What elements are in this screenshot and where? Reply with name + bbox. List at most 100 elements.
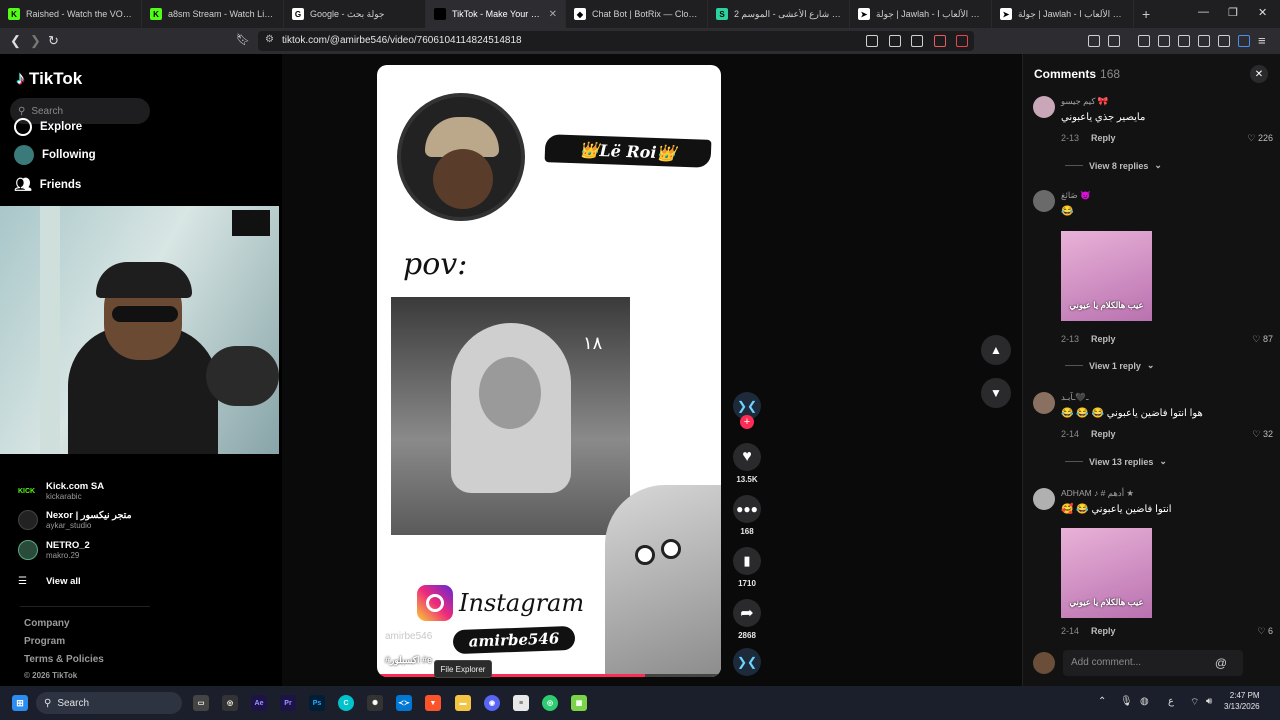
reply-button[interactable]: Reply	[1091, 626, 1116, 636]
music-icon[interactable]	[1138, 35, 1150, 47]
site-info-icon[interactable]: ⚙	[265, 34, 274, 45]
browser-tab[interactable]: ◆ Chat Bot | BotRix — Cloud Stre	[566, 0, 708, 28]
taskbar-search[interactable]: ⚲ Search	[36, 692, 182, 714]
comment-like-button[interactable]: ♡ 6	[1257, 626, 1273, 637]
view-replies-button[interactable]: View 8 replies ⌄	[1065, 160, 1162, 171]
close-comments-button[interactable]: ✕	[1250, 65, 1268, 83]
translate-icon[interactable]	[866, 35, 878, 47]
avatar[interactable]	[1033, 96, 1055, 118]
avatar[interactable]	[1033, 488, 1055, 510]
new-tab-button[interactable]: +	[1142, 6, 1150, 22]
minimize-icon[interactable]: —	[1198, 6, 1209, 18]
canva-icon[interactable]: C	[338, 695, 354, 711]
browser-tab[interactable]: ➤ جولة | Jawlah - منصة الألعاب ا	[850, 0, 992, 28]
comment-username[interactable]: ـ⁩🖤ـآبـد	[1061, 392, 1088, 403]
cast-icon[interactable]	[889, 35, 901, 47]
vpn-icon[interactable]	[1218, 35, 1230, 47]
comment-username[interactable]: ADHAM ♪ # أدهم ★	[1061, 488, 1134, 499]
video-caption[interactable]: #اكسبلور #e	[385, 655, 432, 666]
view-replies-button[interactable]: View 1 reply ⌄	[1065, 360, 1154, 371]
browser-tab[interactable]: S شاهد شارع الأعشى - الموسم 2	[708, 0, 850, 28]
network-icon[interactable]: ◍	[1140, 696, 1149, 707]
forward-icon[interactable]: ❯	[30, 33, 41, 49]
extensions-icon[interactable]	[1088, 35, 1100, 47]
after-effects-icon[interactable]: Ae	[251, 695, 267, 711]
premiere-icon[interactable]: Pr	[280, 695, 296, 711]
creator-avatar-button[interactable]: ❯❮ +	[733, 392, 761, 429]
reply-button[interactable]: Reply	[1091, 429, 1116, 439]
wallet-icon[interactable]	[1178, 35, 1190, 47]
share-icon[interactable]	[911, 35, 923, 47]
mention-icon[interactable]: @	[1215, 656, 1227, 670]
follow-plus-icon[interactable]: +	[740, 415, 754, 429]
clock[interactable]: 2:47 PM 3/13/2026	[1224, 690, 1260, 712]
menu-icon[interactable]: ≡	[1258, 33, 1266, 48]
nav-explore[interactable]: Explore	[14, 118, 82, 136]
avatar[interactable]	[1033, 190, 1055, 212]
account-nexor[interactable]: Nexor | متجر نيكسور aykar_studio	[18, 510, 132, 530]
close-tab-icon[interactable]: ✕	[549, 9, 557, 20]
volume-icon[interactable]: 🔊︎	[1206, 696, 1212, 707]
app-icon[interactable]: ◎	[542, 695, 558, 711]
wifi-icon[interactable]: ⌔	[1190, 696, 1199, 709]
sound-disc-button[interactable]: ❯❮	[733, 648, 761, 676]
view-replies-button[interactable]: View 13 replies ⌄	[1065, 456, 1167, 467]
comment-username[interactable]: كيم جيسو 🎀	[1061, 96, 1108, 107]
reply-button[interactable]: Reply	[1091, 133, 1116, 143]
close-window-icon[interactable]: ✕	[1258, 6, 1267, 19]
share-button[interactable]: ➦ 2868	[733, 599, 761, 640]
bookmark-icon[interactable]: 🔖︎	[236, 33, 250, 46]
file-explorer-icon[interactable]: ▬	[455, 695, 471, 711]
account-netro[interactable]: NETRO_2 makro.29	[18, 540, 90, 560]
nav-friends[interactable]: 👥︎ Friends	[14, 176, 81, 193]
app-icon[interactable]: ◎	[222, 695, 238, 711]
back-icon[interactable]: ❮	[10, 33, 21, 49]
comment-like-button[interactable]: ♡ 226	[1247, 133, 1273, 144]
browser-tab[interactable]: ♪ TikTok - Make Your Day ✕	[426, 0, 566, 28]
browser-tab[interactable]: Ka8sm Stream - Watch Live on K	[142, 0, 284, 28]
save-button[interactable]: ▮ 1710	[733, 547, 761, 588]
view-all-link[interactable]: ☰ View all	[18, 576, 81, 587]
like-button[interactable]: ♥ 13.5K	[733, 443, 761, 484]
notepad-icon[interactable]: ≡	[513, 695, 529, 711]
brave-shield-icon[interactable]	[934, 35, 946, 47]
browser-tab[interactable]: ➤ جولة | Jawlah - منصة الألعاب ا	[992, 0, 1134, 28]
minecraft-icon[interactable]: ▦	[571, 695, 587, 711]
reload-icon[interactable]: ↻	[48, 33, 59, 49]
profile-icon[interactable]	[1238, 35, 1250, 47]
brave-icon[interactable]: ▼	[425, 695, 441, 711]
sidebar-icon[interactable]	[1158, 35, 1170, 47]
chatgpt-icon[interactable]: ✺	[367, 695, 383, 711]
avatar[interactable]	[1033, 392, 1055, 414]
discord-icon[interactable]: ◉	[484, 695, 500, 711]
photoshop-icon[interactable]: Ps	[309, 695, 325, 711]
comment-button[interactable]: ●●● 168	[733, 495, 761, 536]
task-view-icon[interactable]: ▭	[193, 695, 209, 711]
leo-icon[interactable]	[1198, 35, 1210, 47]
comment-like-button[interactable]: ♡ 87	[1252, 334, 1273, 345]
video-progress-bar[interactable]	[377, 674, 721, 677]
rewards-icon[interactable]	[956, 35, 968, 47]
video-player[interactable]: 👑Lë Roi👑 pov: ١٨ Instagram amirbe546 ami…	[377, 65, 721, 677]
tiktok-logo[interactable]: ♪ TikTok	[16, 68, 82, 89]
footer-terms[interactable]: Terms & Policies	[24, 654, 104, 665]
tray-arrow-icon[interactable]: ⌃	[1098, 696, 1106, 707]
browser-tab[interactable]: K Raished - Watch the VOD on K	[0, 0, 142, 28]
comment-sticker[interactable]: عيب هالكلام يا عيوني	[1061, 231, 1152, 321]
previous-video-button[interactable]: ▲	[981, 335, 1011, 365]
next-video-button[interactable]: ▼	[981, 378, 1011, 408]
keyboard-layout-icon[interactable]: ع	[1168, 696, 1174, 707]
browser-tab[interactable]: G Google - جولة بحث	[284, 0, 426, 28]
comment-username[interactable]: صَائغ 😈	[1061, 190, 1091, 201]
footer-program[interactable]: Program	[24, 636, 65, 647]
vscode-icon[interactable]: ≺≻	[396, 695, 412, 711]
account-kick[interactable]: KICK Kick.com SA kickarabic	[18, 481, 104, 501]
comment-sticker[interactable]: عيب هالكلام يا عيوني	[1061, 528, 1152, 618]
start-icon[interactable]: ⊞	[12, 695, 28, 711]
footer-company[interactable]: Company	[24, 618, 70, 629]
screenshot-icon[interactable]	[1108, 35, 1120, 47]
comment-like-button[interactable]: ♡ 32	[1252, 429, 1273, 440]
nav-following[interactable]: Following	[14, 145, 96, 165]
maximize-icon[interactable]: ❐	[1228, 6, 1238, 19]
reply-button[interactable]: Reply	[1091, 334, 1116, 344]
